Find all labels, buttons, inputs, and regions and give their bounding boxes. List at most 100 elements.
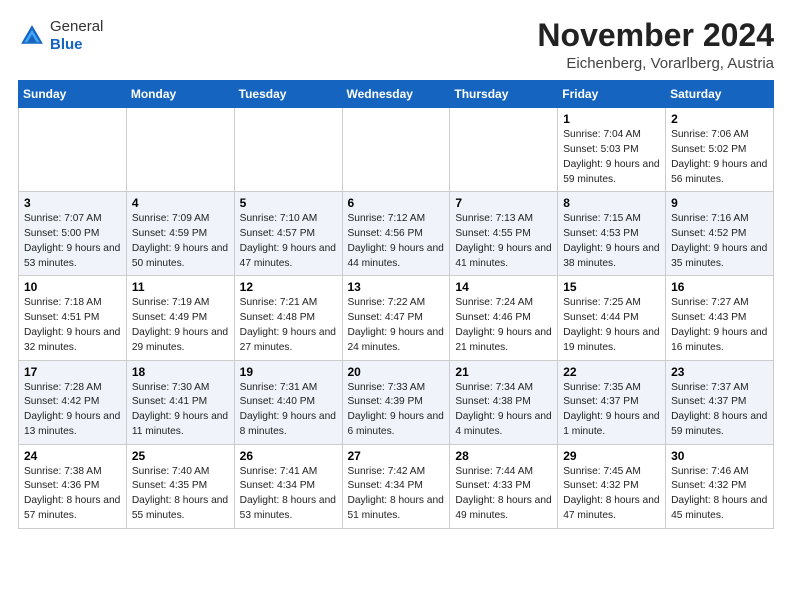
day-number: 17 xyxy=(24,365,121,379)
week-row-3: 10Sunrise: 7:18 AM Sunset: 4:51 PM Dayli… xyxy=(19,276,774,360)
day-number: 13 xyxy=(348,280,445,294)
day-cell xyxy=(450,108,558,192)
day-cell: 11 Sunrise: 7:19 AM Sunset: 4:49 PM Dayli… xyxy=(126,276,234,360)
logo-text: General Blue xyxy=(50,18,103,54)
day-info: Sunrise: 7:37 AM Sunset: 4:37 PM Dayligh… xyxy=(671,381,768,440)
day-number: 10 xyxy=(24,280,121,294)
day-number: 1 xyxy=(563,112,660,126)
day-cell: 18 Sunrise: 7:30 AM Sunset: 4:41 PM Dayli… xyxy=(126,360,234,444)
day-info: Sunrise: 7:40 AM Sunset: 4:35 PM Dayligh… xyxy=(132,465,229,524)
day-number: 22 xyxy=(563,365,660,379)
day-number: 20 xyxy=(348,365,445,379)
title-block: November 2024 Eichenberg, Vorarlberg, Au… xyxy=(537,18,774,72)
day-info: Sunrise: 7:31 AM Sunset: 4:40 PM Dayligh… xyxy=(240,381,337,440)
day-cell xyxy=(126,108,234,192)
day-number: 12 xyxy=(240,280,337,294)
day-info: Sunrise: 7:30 AM Sunset: 4:41 PM Dayligh… xyxy=(132,381,229,440)
day-info: Sunrise: 7:44 AM Sunset: 4:33 PM Dayligh… xyxy=(455,465,552,524)
day-info: Sunrise: 7:15 AM Sunset: 4:53 PM Dayligh… xyxy=(563,212,660,271)
day-cell: 5 Sunrise: 7:10 AM Sunset: 4:57 PM Daylig… xyxy=(234,192,342,276)
day-number: 23 xyxy=(671,365,768,379)
day-info: Sunrise: 7:09 AM Sunset: 4:59 PM Dayligh… xyxy=(132,212,229,271)
day-info: Sunrise: 7:10 AM Sunset: 4:57 PM Dayligh… xyxy=(240,212,337,271)
day-info: Sunrise: 7:41 AM Sunset: 4:34 PM Dayligh… xyxy=(240,465,337,524)
day-info: Sunrise: 7:04 AM Sunset: 5:03 PM Dayligh… xyxy=(563,128,660,187)
day-number: 15 xyxy=(563,280,660,294)
day-info: Sunrise: 7:27 AM Sunset: 4:43 PM Dayligh… xyxy=(671,296,768,355)
day-cell: 25 Sunrise: 7:40 AM Sunset: 4:35 PM Dayli… xyxy=(126,444,234,528)
day-info: Sunrise: 7:13 AM Sunset: 4:55 PM Dayligh… xyxy=(455,212,552,271)
day-number: 18 xyxy=(132,365,229,379)
day-cell: 15Sunrise: 7:25 AM Sunset: 4:44 PM Dayli… xyxy=(558,276,666,360)
day-cell: 4Sunrise: 7:09 AM Sunset: 4:59 PM Daylig… xyxy=(126,192,234,276)
day-info: Sunrise: 7:42 AM Sunset: 4:34 PM Dayligh… xyxy=(348,465,445,524)
day-number: 5 xyxy=(240,196,337,210)
day-info: Sunrise: 7:21 AM Sunset: 4:48 PM Dayligh… xyxy=(240,296,337,355)
day-cell: 22 Sunrise: 7:35 AM Sunset: 4:37 PM Dayli… xyxy=(558,360,666,444)
day-cell: 30 Sunrise: 7:46 AM Sunset: 4:32 PM Dayli… xyxy=(666,444,774,528)
day-number: 26 xyxy=(240,449,337,463)
week-row-4: 17 Sunrise: 7:28 AM Sunset: 4:42 PM Dayli… xyxy=(19,360,774,444)
day-number: 29 xyxy=(563,449,660,463)
day-info: Sunrise: 7:07 AM Sunset: 5:00 PM Dayligh… xyxy=(24,212,121,271)
day-number: 8 xyxy=(563,196,660,210)
day-cell: 27 Sunrise: 7:42 AM Sunset: 4:34 PM Dayli… xyxy=(342,444,450,528)
day-cell: 7Sunrise: 7:13 AM Sunset: 4:55 PM Daylig… xyxy=(450,192,558,276)
week-row-1: 1 Sunrise: 7:04 AM Sunset: 5:03 PM Daylig… xyxy=(19,108,774,192)
day-info: Sunrise: 7:35 AM Sunset: 4:37 PM Dayligh… xyxy=(563,381,660,440)
day-cell: 10Sunrise: 7:18 AM Sunset: 4:51 PM Dayli… xyxy=(19,276,127,360)
day-cell: 19Sunrise: 7:31 AM Sunset: 4:40 PM Dayli… xyxy=(234,360,342,444)
day-cell: 9Sunrise: 7:16 AM Sunset: 4:52 PM Daylig… xyxy=(666,192,774,276)
day-info: Sunrise: 7:06 AM Sunset: 5:02 PM Dayligh… xyxy=(671,128,768,187)
location-title: Eichenberg, Vorarlberg, Austria xyxy=(537,55,774,72)
day-cell xyxy=(234,108,342,192)
header-day-wednesday: Wednesday xyxy=(342,81,450,108)
day-info: Sunrise: 7:28 AM Sunset: 4:42 PM Dayligh… xyxy=(24,381,121,440)
day-info: Sunrise: 7:45 AM Sunset: 4:32 PM Dayligh… xyxy=(563,465,660,524)
day-number: 14 xyxy=(455,280,552,294)
day-number: 6 xyxy=(348,196,445,210)
header-day-monday: Monday xyxy=(126,81,234,108)
day-cell: 1 Sunrise: 7:04 AM Sunset: 5:03 PM Daylig… xyxy=(558,108,666,192)
day-number: 27 xyxy=(348,449,445,463)
day-info: Sunrise: 7:22 AM Sunset: 4:47 PM Dayligh… xyxy=(348,296,445,355)
day-cell: 17 Sunrise: 7:28 AM Sunset: 4:42 PM Dayli… xyxy=(19,360,127,444)
day-cell: 8 Sunrise: 7:15 AM Sunset: 4:53 PM Daylig… xyxy=(558,192,666,276)
day-number: 3 xyxy=(24,196,121,210)
day-number: 21 xyxy=(455,365,552,379)
day-cell: 3 Sunrise: 7:07 AM Sunset: 5:00 PM Daylig… xyxy=(19,192,127,276)
day-cell: 20Sunrise: 7:33 AM Sunset: 4:39 PM Dayli… xyxy=(342,360,450,444)
day-number: 11 xyxy=(132,280,229,294)
day-number: 9 xyxy=(671,196,768,210)
header-day-saturday: Saturday xyxy=(666,81,774,108)
day-number: 25 xyxy=(132,449,229,463)
day-cell: 6Sunrise: 7:12 AM Sunset: 4:56 PM Daylig… xyxy=(342,192,450,276)
day-number: 16 xyxy=(671,280,768,294)
day-cell: 2 Sunrise: 7:06 AM Sunset: 5:02 PM Daylig… xyxy=(666,108,774,192)
day-cell: 21Sunrise: 7:34 AM Sunset: 4:38 PM Dayli… xyxy=(450,360,558,444)
day-number: 2 xyxy=(671,112,768,126)
day-cell: 28 Sunrise: 7:44 AM Sunset: 4:33 PM Dayli… xyxy=(450,444,558,528)
header: General Blue November 2024 Eichenberg, V… xyxy=(18,18,774,72)
logo: General Blue xyxy=(18,18,103,54)
day-cell: 12 Sunrise: 7:21 AM Sunset: 4:48 PM Dayli… xyxy=(234,276,342,360)
day-info: Sunrise: 7:38 AM Sunset: 4:36 PM Dayligh… xyxy=(24,465,121,524)
day-cell: 24 Sunrise: 7:38 AM Sunset: 4:36 PM Dayli… xyxy=(19,444,127,528)
day-cell xyxy=(342,108,450,192)
day-info: Sunrise: 7:46 AM Sunset: 4:32 PM Dayligh… xyxy=(671,465,768,524)
day-number: 28 xyxy=(455,449,552,463)
header-day-sunday: Sunday xyxy=(19,81,127,108)
day-number: 30 xyxy=(671,449,768,463)
calendar-header-row: SundayMondayTuesdayWednesdayThursdayFrid… xyxy=(19,81,774,108)
day-cell: 14 Sunrise: 7:24 AM Sunset: 4:46 PM Dayli… xyxy=(450,276,558,360)
day-cell: 26 Sunrise: 7:41 AM Sunset: 4:34 PM Dayli… xyxy=(234,444,342,528)
day-number: 24 xyxy=(24,449,121,463)
header-day-friday: Friday xyxy=(558,81,666,108)
logo-icon xyxy=(18,22,46,50)
day-cell: 23 Sunrise: 7:37 AM Sunset: 4:37 PM Dayli… xyxy=(666,360,774,444)
page: General Blue November 2024 Eichenberg, V… xyxy=(0,0,792,539)
header-day-tuesday: Tuesday xyxy=(234,81,342,108)
day-info: Sunrise: 7:19 AM Sunset: 4:49 PM Dayligh… xyxy=(132,296,229,355)
day-cell xyxy=(19,108,127,192)
day-info: Sunrise: 7:24 AM Sunset: 4:46 PM Dayligh… xyxy=(455,296,552,355)
